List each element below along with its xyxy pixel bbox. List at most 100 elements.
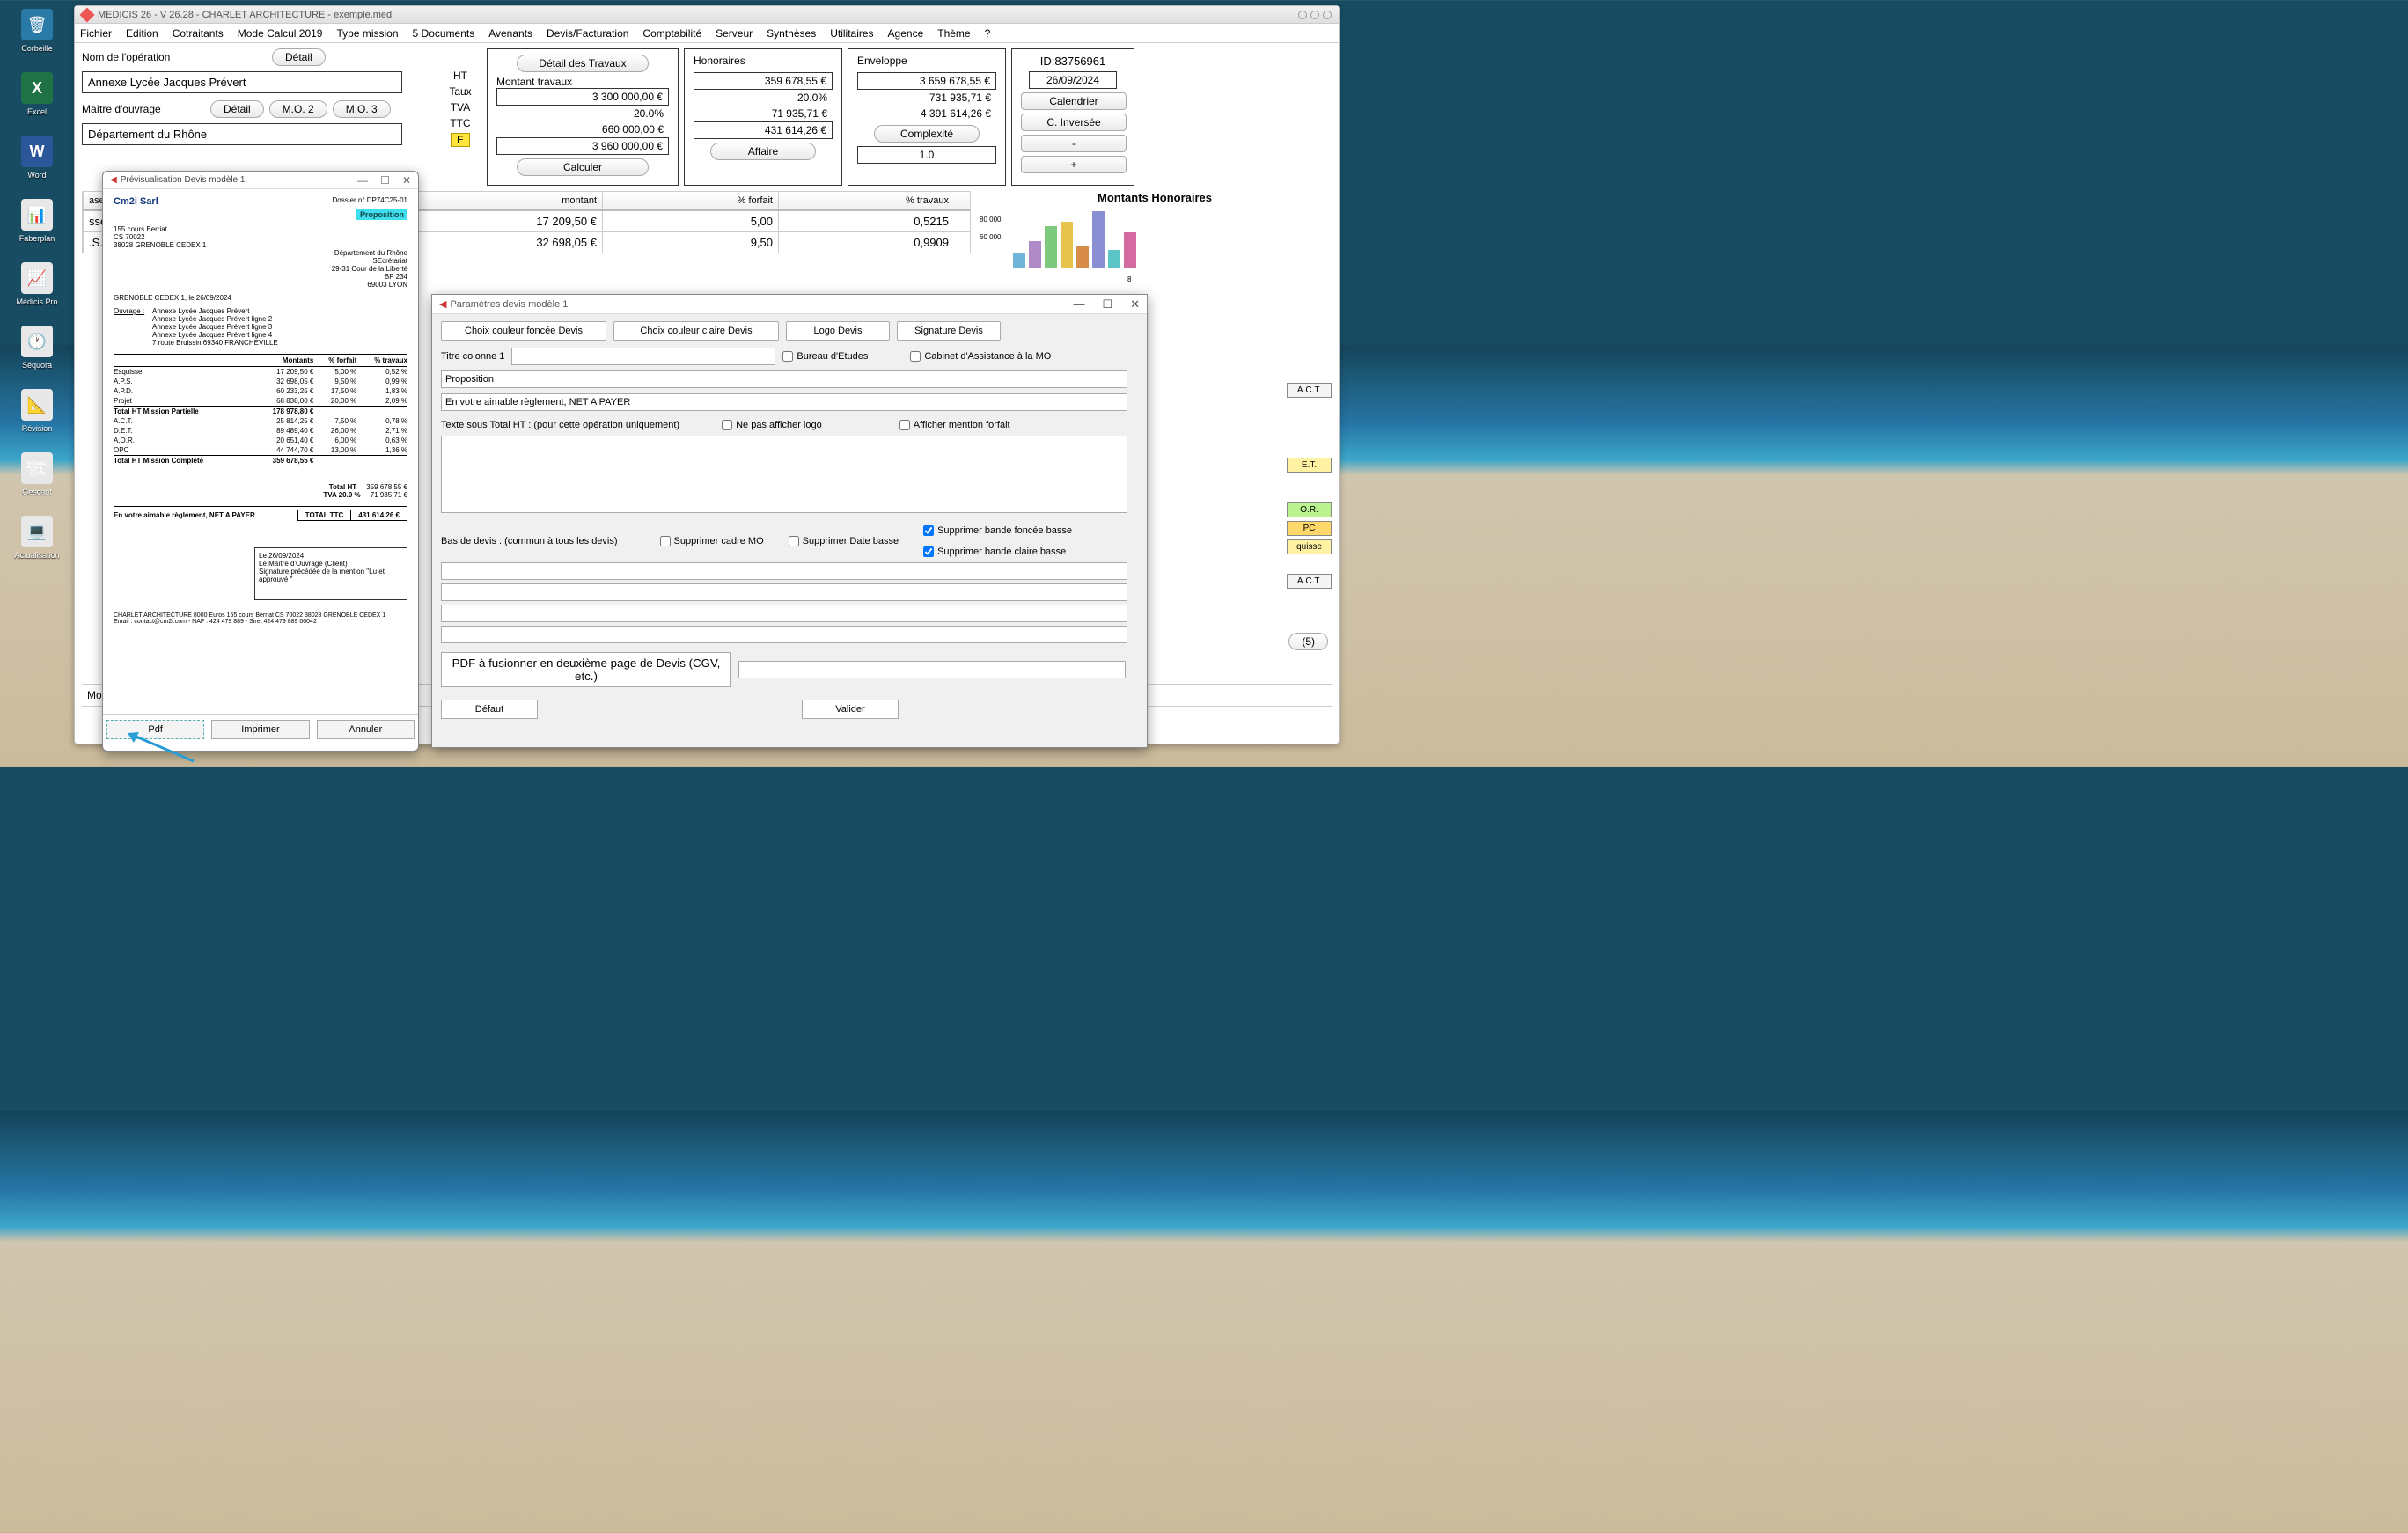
phase-badge[interactable]: A.C.T. bbox=[1287, 574, 1332, 589]
e-indicator[interactable]: E bbox=[451, 133, 470, 147]
pdf-merge-button[interactable]: PDF à fusionner en deuxième page de Devi… bbox=[441, 652, 731, 687]
calendrier-button[interactable]: Calendrier bbox=[1021, 92, 1127, 110]
bas1-input[interactable] bbox=[441, 562, 1127, 580]
menu-syntheses[interactable]: Synthèses bbox=[767, 27, 816, 40]
menu-typemission[interactable]: Type mission bbox=[336, 27, 398, 40]
logo-button[interactable]: Logo Devis bbox=[786, 321, 890, 341]
date-field[interactable]: 26/09/2024 bbox=[1029, 71, 1117, 89]
max-icon[interactable]: ☐ bbox=[1102, 297, 1112, 312]
params-titlebar[interactable]: ◀ Paramètres devis modèle 1 —☐✕ bbox=[432, 295, 1147, 314]
minus-button[interactable]: - bbox=[1021, 135, 1127, 152]
menu-devis[interactable]: Devis/Facturation bbox=[547, 27, 628, 40]
affaire-button[interactable]: Affaire bbox=[710, 143, 816, 160]
titrecol-input[interactable] bbox=[511, 348, 775, 365]
menu-modecalcul[interactable]: Mode Calcul 2019 bbox=[238, 27, 323, 40]
suppr-mo-checkbox[interactable]: Supprimer cadre MO bbox=[660, 536, 764, 546]
bas3-input[interactable] bbox=[441, 605, 1127, 622]
mo3-button[interactable]: M.O. 3 bbox=[333, 100, 391, 118]
mo-detail-button[interactable]: Détail bbox=[210, 100, 264, 118]
imprimer-button[interactable]: Imprimer bbox=[211, 720, 309, 739]
travaux-ttc-field[interactable]: 3 960 000,00 € bbox=[496, 137, 669, 155]
calculer-button[interactable]: Calculer bbox=[517, 158, 649, 176]
suppr-date-checkbox[interactable]: Supprimer Date basse bbox=[789, 536, 899, 546]
valider-button[interactable]: Valider bbox=[802, 700, 899, 719]
complexite-field[interactable]: 1.0 bbox=[857, 146, 996, 164]
dark-color-button[interactable]: Choix couleur foncée Devis bbox=[441, 321, 606, 341]
nologo-checkbox[interactable]: Ne pas afficher logo bbox=[722, 420, 822, 430]
suppr-bande-foncee-checkbox[interactable]: Supprimer bande foncée basse bbox=[923, 525, 1072, 536]
close-icon[interactable]: ✕ bbox=[1130, 297, 1140, 312]
menu-documents[interactable]: 5 Documents bbox=[413, 27, 475, 40]
desktop-icon-sequora[interactable]: 🕐Séquora bbox=[11, 326, 63, 370]
close-icon[interactable]: ✕ bbox=[402, 174, 411, 187]
svg-text:80 000: 80 000 bbox=[980, 216, 1002, 224]
phase-badge[interactable]: quisse bbox=[1287, 539, 1332, 554]
desktop-icon-faberplan[interactable]: 📊Faberplan bbox=[11, 199, 63, 243]
desktop-icon-excel[interactable]: XExcel bbox=[11, 72, 63, 116]
operation-label: Nom de l'opération bbox=[82, 51, 267, 63]
menu-theme[interactable]: Thème bbox=[937, 27, 970, 40]
arrow-annotation bbox=[123, 730, 202, 766]
min-icon[interactable]: — bbox=[1073, 297, 1084, 312]
menu-help[interactable]: ? bbox=[985, 27, 991, 40]
menu-agence[interactable]: Agence bbox=[888, 27, 924, 40]
plus-button[interactable]: + bbox=[1021, 156, 1127, 173]
pdf-merge-input[interactable] bbox=[738, 661, 1126, 678]
min-icon[interactable] bbox=[1298, 11, 1307, 19]
annuler-button[interactable]: Annuler bbox=[317, 720, 415, 739]
menu-compta[interactable]: Comptabilité bbox=[642, 27, 701, 40]
complexite-button[interactable]: Complexité bbox=[874, 125, 980, 143]
ht-label: HT bbox=[439, 70, 481, 82]
count-badge[interactable]: (5) bbox=[1288, 633, 1328, 650]
desktop-icon-recycle[interactable]: 🗑Corbeille bbox=[11, 9, 63, 53]
desktop-icon-medicis[interactable]: 📈Médicis Pro bbox=[11, 262, 63, 306]
menu-edition[interactable]: Edition bbox=[126, 27, 158, 40]
desktop-icon-gescant[interactable]: 🏗Gescant bbox=[11, 452, 63, 496]
payline-input[interactable] bbox=[441, 393, 1127, 411]
menu-cotraitants[interactable]: Cotraitants bbox=[173, 27, 224, 40]
travaux-taux: 20.0% bbox=[496, 106, 669, 121]
honoraires-ht[interactable]: 359 678,55 € bbox=[694, 72, 833, 90]
bas4-input[interactable] bbox=[441, 626, 1127, 643]
preview-titlebar[interactable]: ◀ Prévisualisation Devis modèle 1 —☐✕ bbox=[103, 172, 418, 189]
operation-name-field[interactable]: Annexe Lycée Jacques Prévert bbox=[82, 71, 402, 93]
phase-badge[interactable]: O.R. bbox=[1287, 502, 1332, 517]
cinversee-button[interactable]: C. Inversée bbox=[1021, 114, 1127, 131]
texte-total-textarea[interactable] bbox=[441, 436, 1127, 513]
svg-text:8: 8 bbox=[1127, 275, 1132, 283]
menu-fichier[interactable]: Fichier bbox=[80, 27, 112, 40]
mo2-button[interactable]: M.O. 2 bbox=[269, 100, 327, 118]
cabinet-checkbox[interactable]: Cabinet d'Assistance à la MO bbox=[910, 351, 1051, 362]
enveloppe-ht: 3 659 678,55 € bbox=[857, 72, 996, 90]
bureau-checkbox[interactable]: Bureau d'Etudes bbox=[782, 351, 868, 362]
min-icon[interactable]: — bbox=[357, 174, 368, 187]
defaut-button[interactable]: Défaut bbox=[441, 700, 538, 719]
menu2-mo[interactable]: Mo bbox=[87, 689, 102, 701]
signature-button[interactable]: Signature Devis bbox=[897, 321, 1001, 341]
phase-badge[interactable]: E.T. bbox=[1287, 458, 1332, 473]
max-icon[interactable]: ☐ bbox=[380, 174, 390, 187]
mo-name-field[interactable]: Département du Rhône bbox=[82, 123, 402, 145]
desktop-icon-actualisation[interactable]: 💻Actualisation bbox=[11, 516, 63, 560]
bas2-input[interactable] bbox=[441, 583, 1127, 601]
max-icon[interactable] bbox=[1310, 11, 1319, 19]
close-icon[interactable] bbox=[1323, 11, 1332, 19]
honoraires-tva: 71 935,71 € bbox=[694, 106, 833, 121]
menu-utilitaires[interactable]: Utilitaires bbox=[830, 27, 873, 40]
titlebar[interactable]: MEDICIS 26 - V 26.28 - CHARLET ARCHITECT… bbox=[75, 6, 1339, 24]
forfait-checkbox[interactable]: Afficher mention forfait bbox=[899, 420, 1010, 430]
travaux-ht-field[interactable]: 3 300 000,00 € bbox=[496, 88, 669, 106]
detail-button[interactable]: Détail bbox=[272, 48, 326, 66]
detail-travaux-button[interactable]: Détail des Travaux bbox=[517, 55, 649, 72]
light-color-button[interactable]: Choix couleur claire Devis bbox=[613, 321, 779, 341]
desktop-icon-word[interactable]: WWord bbox=[11, 136, 63, 180]
proposition-input[interactable] bbox=[441, 370, 1127, 388]
suppr-bande-claire-checkbox[interactable]: Supprimer bande claire basse bbox=[923, 546, 1072, 557]
menu-avenants[interactable]: Avenants bbox=[488, 27, 532, 40]
phase-badge[interactable]: PC bbox=[1287, 521, 1332, 536]
menu-serveur[interactable]: Serveur bbox=[716, 27, 752, 40]
phase-badge[interactable]: A.C.T. bbox=[1287, 383, 1332, 398]
enveloppe-label: Enveloppe bbox=[857, 55, 996, 67]
desktop-icon-revision[interactable]: 📐Révision bbox=[11, 389, 63, 433]
honoraires-ttc[interactable]: 431 614,26 € bbox=[694, 121, 833, 139]
